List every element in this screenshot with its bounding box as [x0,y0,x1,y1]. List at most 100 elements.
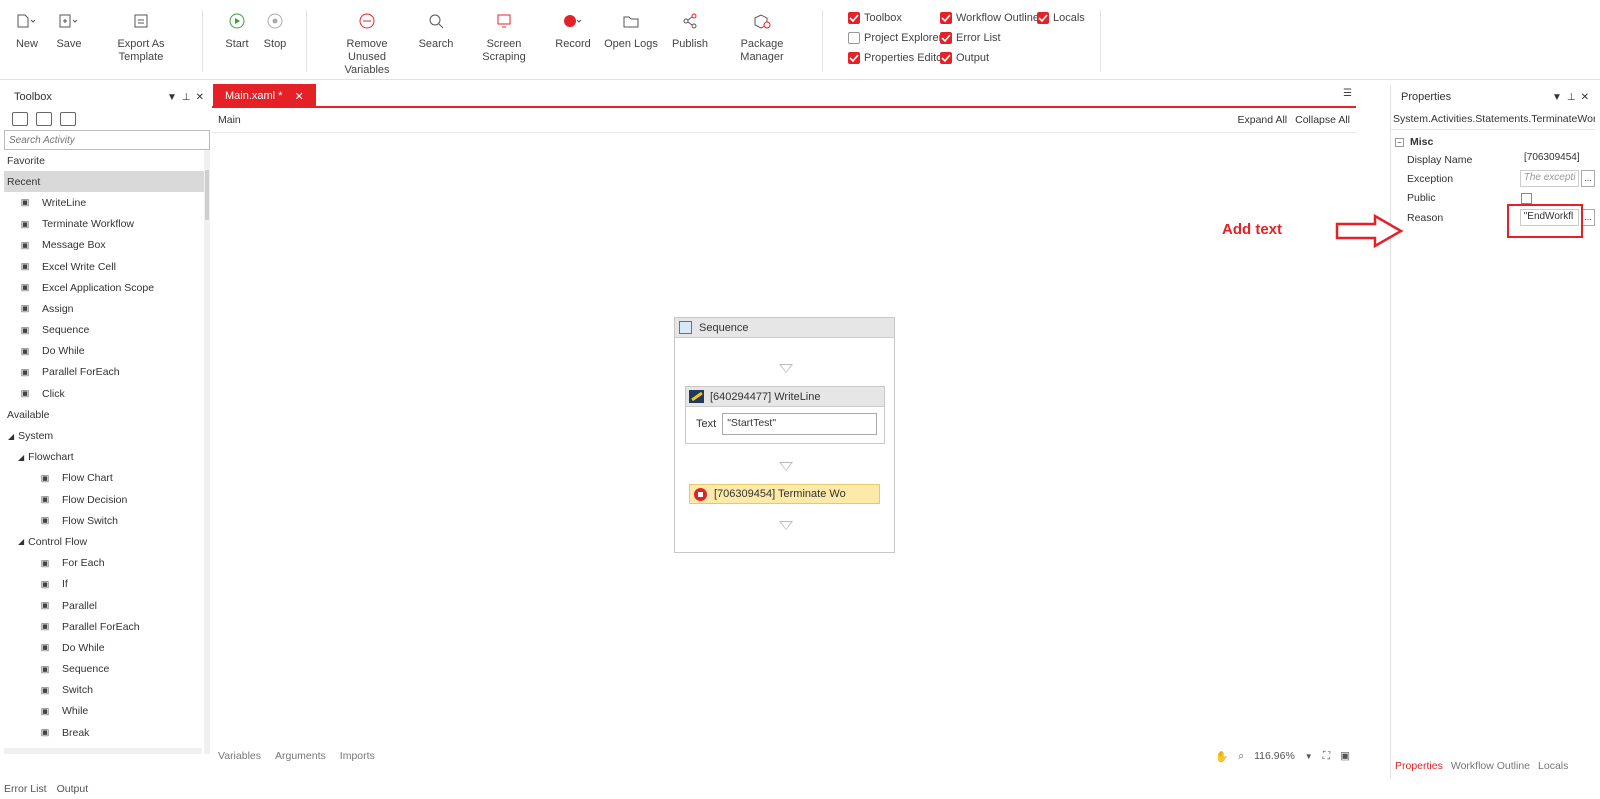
expand-triangle-icon[interactable]: ◢ [18,453,24,462]
ellipsis-button[interactable]: ... [1581,170,1595,188]
toolbox-category[interactable]: ◢ System [4,425,204,446]
pin-icon[interactable]: ⊥ [182,92,191,103]
tab-overflow-icon[interactable]: ☰ [1343,88,1352,99]
toolbox-activity[interactable]: ▣ While [4,701,204,722]
toolbox-activity[interactable]: ▣ Excel Write Cell [4,256,204,277]
drop-target-arrow[interactable] [779,364,793,373]
variables-tab[interactable]: Variables [218,750,261,762]
record-button[interactable]: Record [555,10,591,51]
toolbox-activity[interactable]: ▣ Parallel ForEach [4,616,204,637]
property-value-exception[interactable]: The excepti [1519,170,1580,188]
pin-icon[interactable]: ⊥ [1567,92,1576,103]
zoom-icon[interactable]: ⌕ [1238,750,1244,763]
collapse-all-link[interactable]: Collapse All [1295,114,1350,126]
breadcrumb[interactable]: Main [218,114,241,126]
toolbox-activity[interactable]: ▣ Sequence [4,320,204,341]
drop-target-arrow[interactable] [779,521,793,530]
toolbox-activity[interactable]: ▣ WriteLine [4,192,204,213]
output-tab[interactable]: Output [57,783,89,795]
category-misc[interactable]: − Misc [1391,134,1595,150]
sequence-header[interactable]: Sequence [675,318,894,338]
text-label: Text [696,418,717,430]
collapse-icon[interactable]: − [1395,137,1404,147]
open-logs-button[interactable]: Open Logs [604,10,658,51]
zoom-dropdown-icon[interactable]: ▼ [1305,752,1313,761]
toolbox-activity[interactable]: ▣ If [4,574,204,595]
toggle-project-explorer[interactable]: Project Explorer [848,32,942,44]
search-activity-input[interactable] [4,130,210,150]
publish-button[interactable]: Publish [670,10,710,51]
drop-target-arrow[interactable] [779,462,793,471]
toggle-properties-editor[interactable]: Properties Editor [848,52,946,64]
toolbox-activity[interactable]: ▣ Flow Decision [4,489,204,510]
start-button[interactable]: Start [224,10,250,51]
fit-to-screen-icon[interactable]: ⛶ [1323,750,1330,763]
writeline-activity[interactable]: [640294477] WriteLine Text "StartTest" [685,386,885,444]
expand-all-link[interactable]: Expand All [1238,114,1288,126]
arguments-tab[interactable]: Arguments [275,750,326,762]
dropdown-icon[interactable]: ▼ [167,92,177,103]
text-input[interactable]: "StartTest" [722,413,878,435]
close-tab-icon[interactable]: ✕ [294,90,303,103]
toolbox-category[interactable]: Recent [4,171,204,193]
toggle-output[interactable]: Output [940,52,989,64]
screen-scraping-button[interactable]: Screen Scraping [466,10,542,64]
toolbox-category[interactable]: ◢ Control Flow [4,531,204,552]
toggle-error-list[interactable]: Error List [940,32,1001,44]
expand-triangle-icon[interactable]: ◢ [18,537,24,546]
toolbox-category[interactable]: Favorite [4,150,204,171]
imports-tab[interactable]: Imports [340,750,375,762]
writeline-header[interactable]: [640294477] WriteLine [686,387,884,407]
zoom-level[interactable]: 116.96% [1254,750,1295,762]
remove-unused-variables-button[interactable]: Remove Unused Variables [328,10,406,77]
properties-tab[interactable]: Properties [1395,760,1443,772]
overview-icon[interactable]: ▣ [1340,750,1350,762]
toolbox-activity[interactable]: ▣ Terminate Workflow [4,214,204,235]
tab-main-xaml[interactable]: Main.xaml * ✕ [213,84,316,108]
export-template-button[interactable]: Export As Template [96,10,186,64]
designer-canvas[interactable]: Sequence [640294477] WriteLine Text "Sta… [212,132,1356,742]
ellipsis-button[interactable]: ... [1581,209,1595,227]
locals-tab[interactable]: Locals [1538,760,1568,772]
public-checkbox[interactable] [1521,192,1532,204]
workflow-outline-tab[interactable]: Workflow Outline [1451,760,1530,772]
stop-button[interactable]: Stop [262,10,288,51]
toolbox-activity[interactable]: ▣ Click [4,383,204,404]
property-value-display-name[interactable]: [706309454] Terr [1521,151,1581,168]
sequence-activity[interactable]: Sequence [640294477] WriteLine Text "Sta… [674,317,895,553]
toolbox-activity[interactable]: ▣ Parallel ForEach [4,362,204,383]
save-button[interactable]: Save [56,10,82,51]
toolbox-activity[interactable]: ▣ Sequence [4,659,204,680]
new-button[interactable]: New [14,10,40,51]
toolbox-activity[interactable]: ▣ Do While [4,341,204,362]
dropdown-icon[interactable]: ▼ [1552,92,1562,103]
toolbox-category[interactable]: Available [4,404,204,425]
vertical-scrollbar[interactable] [204,150,210,754]
collapse-all-icon[interactable] [36,112,52,126]
toolbox-activity[interactable]: ▣ Flow Chart [4,468,204,489]
toolbox-activity[interactable]: ▣ Flow Switch [4,510,204,531]
toolbox-activity[interactable]: ▣ Do While [4,637,204,658]
close-icon[interactable]: ✕ [196,92,204,103]
list-view-icon[interactable] [60,112,76,126]
toggle-locals[interactable]: Locals [1037,12,1085,24]
toolbox-activity[interactable]: ▣ Switch [4,680,204,701]
terminate-workflow-activity[interactable]: [706309454] Terminate Wo [689,484,880,504]
toolbox-category[interactable]: ◢ Flowchart [4,447,204,468]
close-icon[interactable]: ✕ [1581,92,1589,103]
expand-all-icon[interactable] [12,112,28,126]
error-list-tab[interactable]: Error List [4,783,47,795]
horizontal-scrollbar[interactable] [4,748,202,754]
toolbox-activity[interactable]: ▣ Excel Application Scope [4,277,204,298]
hand-pan-icon[interactable]: ✋ [1215,750,1228,763]
toolbox-activity[interactable]: ▣ Break [4,722,204,743]
expand-triangle-icon[interactable]: ◢ [8,432,14,441]
toolbox-activity[interactable]: ▣ Message Box [4,235,204,256]
toolbox-activity[interactable]: ▣ For Each [4,553,204,574]
toolbox-activity[interactable]: ▣ Assign [4,298,204,319]
toolbox-activity[interactable]: ▣ Parallel [4,595,204,616]
package-manager-button[interactable]: Package Manager [720,10,804,64]
toggle-toolbox[interactable]: Toolbox [848,12,902,24]
search-button[interactable]: Search [418,10,454,51]
toggle-workflow-outline[interactable]: Workflow Outline [940,12,1039,24]
